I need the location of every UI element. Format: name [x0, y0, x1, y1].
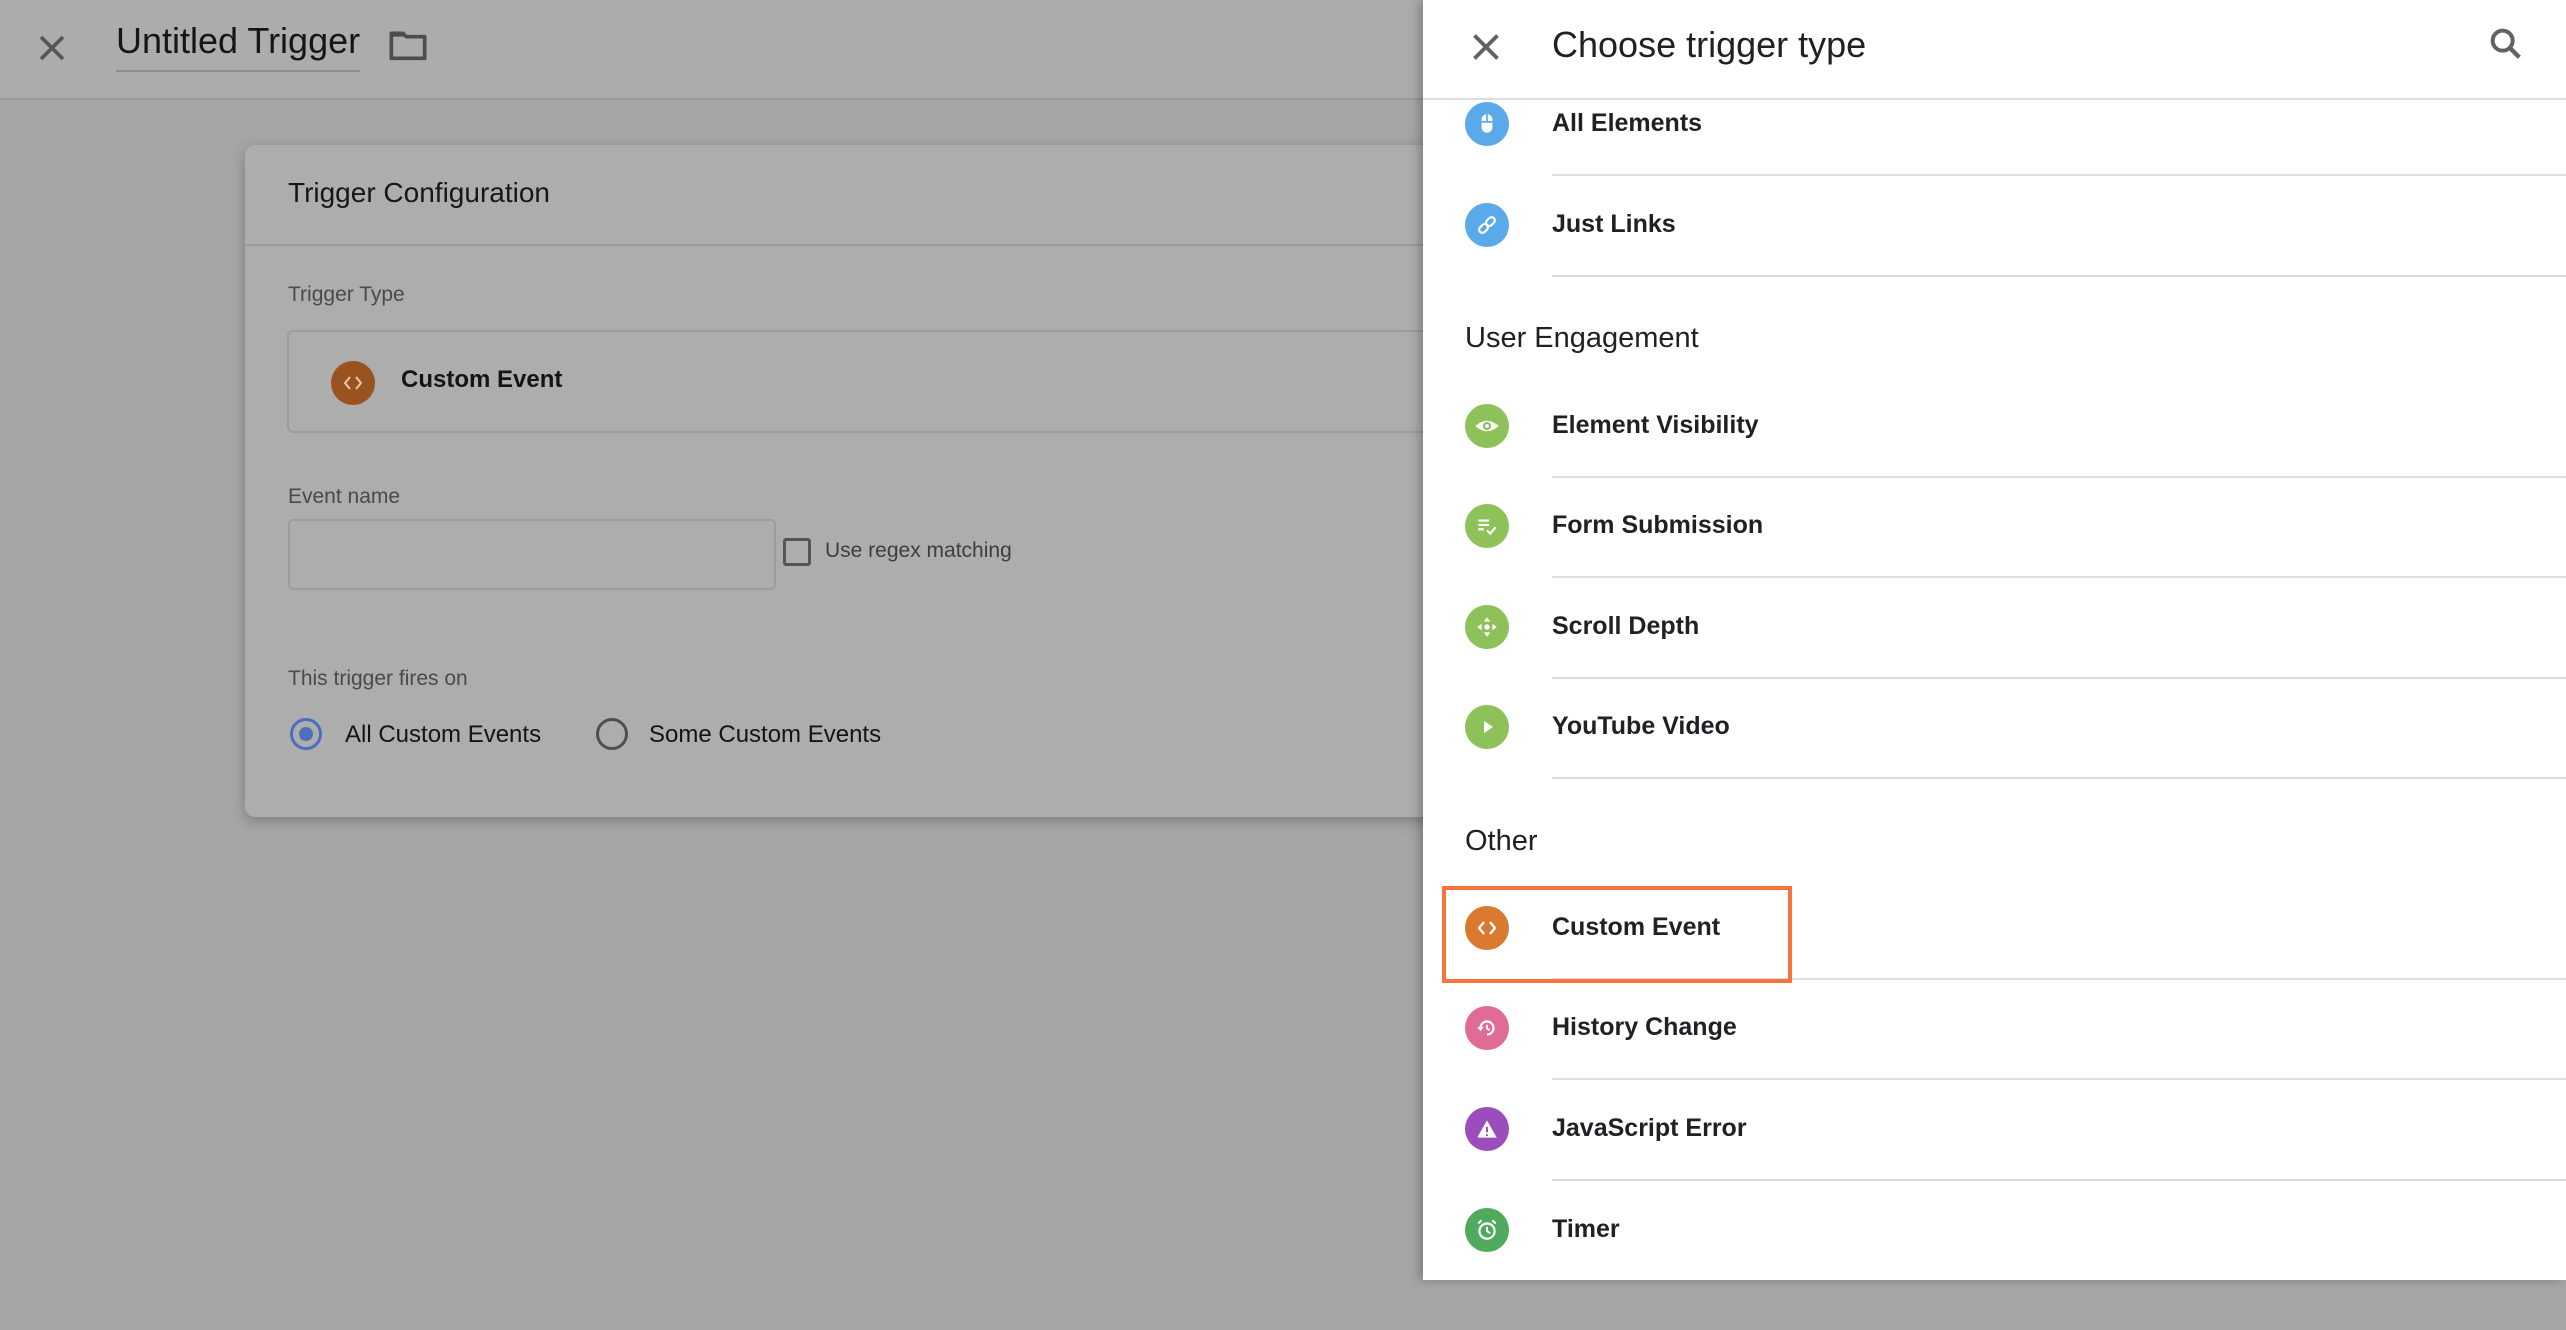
divider [1552, 576, 2566, 578]
radio-some-custom-events[interactable] [596, 718, 628, 750]
trigger-item-label: Custom Event [1552, 913, 1721, 941]
trigger-type-selector[interactable]: Custom Event [287, 330, 1537, 433]
divider [1552, 978, 2566, 980]
close-icon[interactable] [30, 26, 74, 70]
trigger-configuration-card: Trigger Configuration Trigger Type Custo… [245, 145, 1537, 817]
event-name-label: Event name [288, 485, 401, 508]
panel-header: Choose trigger type [1423, 0, 2566, 100]
trigger-item-all-elements[interactable]: All Elements [1423, 102, 2566, 224]
regex-checkbox[interactable] [783, 538, 811, 566]
divider [1552, 1179, 2566, 1181]
trigger-item-just-links[interactable]: Just Links [1423, 203, 2566, 325]
divider [1552, 275, 2566, 277]
divider [1552, 777, 2566, 779]
divider [1552, 476, 2566, 478]
close-icon[interactable] [1463, 24, 1509, 70]
trigger-item-label: JavaScript Error [1552, 1114, 1747, 1142]
trigger-item-label: Scroll Depth [1552, 612, 1700, 640]
folder-icon[interactable] [388, 28, 428, 62]
regex-label: Use regex matching [825, 539, 1012, 562]
panel-title: Choose trigger type [1552, 24, 1867, 65]
radio-label-some: Some Custom Events [649, 721, 882, 748]
divider [1552, 174, 2566, 176]
divider [1552, 677, 2566, 679]
fires-on-label: This trigger fires on [288, 667, 468, 690]
trigger-item-label: Just Links [1552, 210, 1676, 238]
trigger-type-value: Custom Event [401, 366, 563, 393]
card-title: Trigger Configuration [288, 177, 550, 208]
radio-label-all: All Custom Events [345, 721, 542, 748]
warning-icon [1465, 1107, 1509, 1151]
divider [245, 244, 1505, 246]
trigger-item-javascript-error[interactable]: JavaScript Error [1423, 1107, 2566, 1229]
trigger-item-youtube-video[interactable]: YouTube Video [1423, 705, 2566, 827]
divider [1552, 1078, 2566, 1080]
trigger-item-label: History Change [1552, 1013, 1737, 1041]
trigger-item-label: Form Submission [1552, 511, 1764, 539]
form-check-icon [1465, 504, 1509, 548]
mouse-icon [1465, 102, 1509, 146]
event-name-input[interactable] [288, 519, 776, 590]
scroll-arrows-icon [1465, 605, 1509, 649]
trigger-item-label: Timer [1552, 1215, 1620, 1243]
trigger-name-field[interactable]: Untitled Trigger [116, 20, 361, 72]
radio-all-custom-events[interactable] [290, 718, 322, 750]
section-heading-user-engagement: User Engagement [1465, 322, 1699, 354]
code-brackets-icon [1465, 906, 1509, 950]
trigger-item-label: Element Visibility [1552, 411, 1759, 439]
link-icon [1465, 203, 1509, 247]
history-icon [1465, 1006, 1509, 1050]
trigger-item-history-change[interactable]: History Change [1423, 1006, 2566, 1128]
play-icon [1465, 705, 1509, 749]
trigger-item-label: All Elements [1552, 109, 1703, 137]
trigger-item-form-submission[interactable]: Form Submission [1423, 504, 2566, 626]
code-brackets-icon [331, 361, 375, 405]
eye-icon [1465, 404, 1509, 448]
trigger-item-timer[interactable]: Timer [1423, 1208, 2566, 1330]
search-icon[interactable] [2486, 24, 2526, 64]
choose-trigger-type-panel: Choose trigger type All Elements Just Li… [1423, 0, 2566, 1280]
alarm-clock-icon [1465, 1208, 1509, 1252]
section-heading-other: Other [1465, 825, 1538, 857]
trigger-type-label: Trigger Type [288, 283, 405, 306]
trigger-item-label: YouTube Video [1552, 712, 1730, 740]
